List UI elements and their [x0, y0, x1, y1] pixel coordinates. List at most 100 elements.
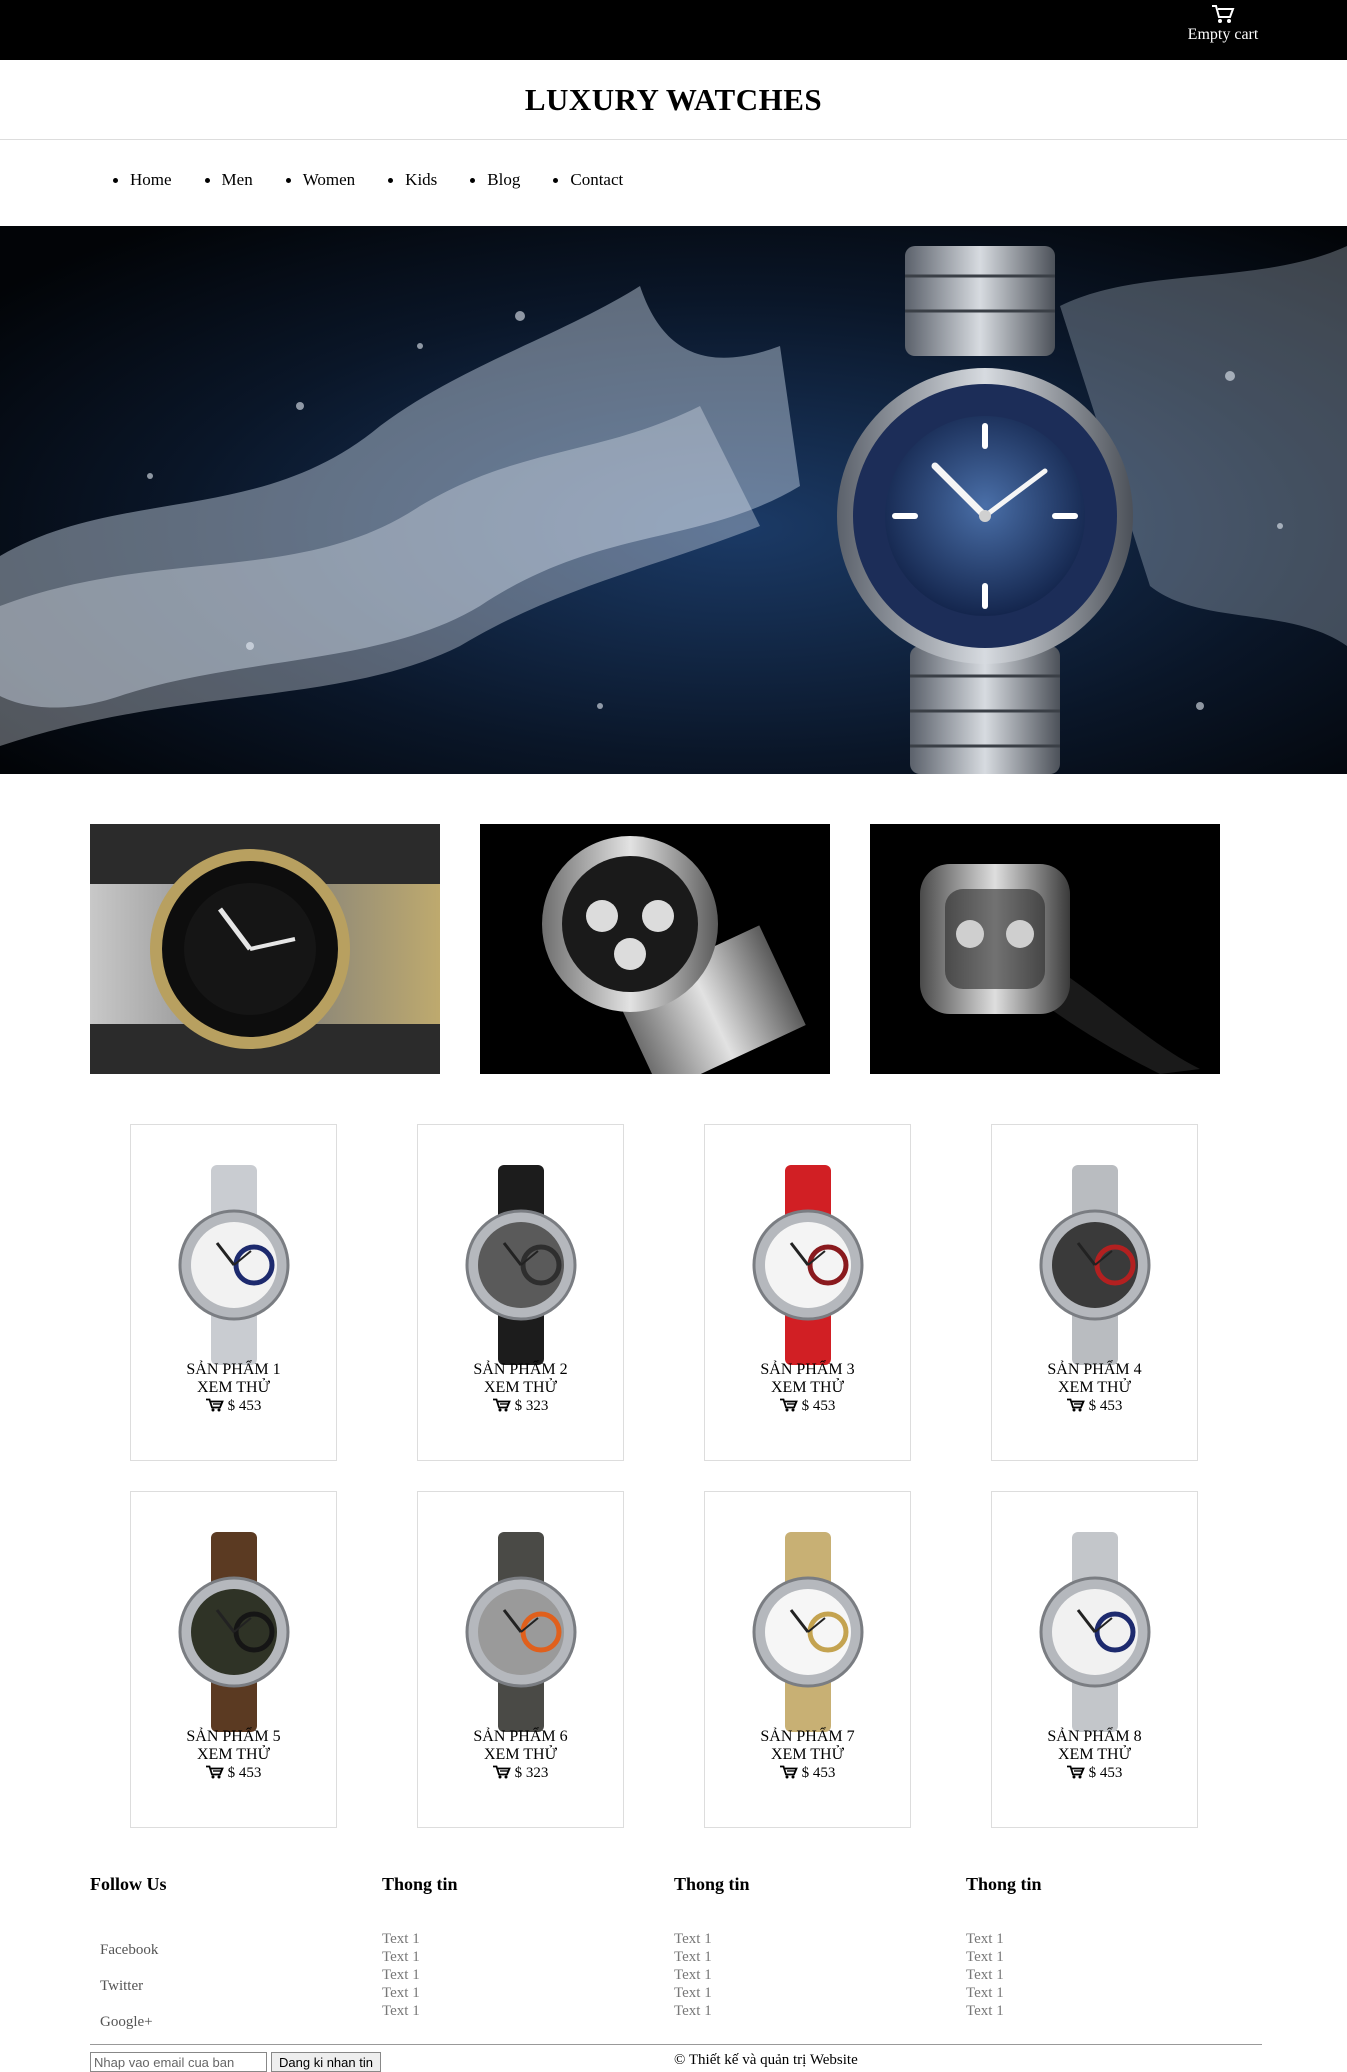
view-link[interactable]: XEM THỬ [131, 1746, 336, 1764]
cart-icon[interactable] [492, 1398, 511, 1412]
view-link[interactable]: XEM THỬ [418, 1746, 623, 1764]
footer-heading: Thong tin [674, 1874, 750, 1894]
bullet [388, 177, 394, 183]
cart-icon[interactable] [205, 1398, 224, 1412]
site-title[interactable]: LUXURY WATCHES [0, 60, 1347, 140]
footer-info-column: Thong tin Text 1 Text 1 Text 1 Text 1 Te… [966, 1874, 1226, 2020]
cart-icon[interactable] [779, 1398, 798, 1412]
promo-image-1[interactable] [90, 824, 440, 1074]
facebook-link[interactable]: Facebook [100, 1942, 158, 1959]
footer-links: Text 1 Text 1 Text 1 Text 1 Text 1 [966, 1930, 1226, 2020]
watch-image [752, 1532, 864, 1732]
footer-link[interactable]: Text 1 [382, 1966, 642, 1984]
footer-link[interactable]: Text 1 [674, 1984, 934, 2002]
twitter-link[interactable]: Twitter [100, 1978, 143, 1995]
product-card[interactable]: SẢN PHẨM 3 XEM THỬ $ 453 [704, 1124, 911, 1461]
watch-image [178, 1532, 290, 1732]
footer-link[interactable]: Text 1 [382, 1948, 642, 1966]
footer-link[interactable]: Text 1 [674, 1948, 934, 1966]
footer-link[interactable]: Text 1 [966, 1966, 1226, 1984]
product-card[interactable]: SẢN PHẨM 8 XEM THỬ $ 453 [991, 1491, 1198, 1828]
product-card[interactable]: SẢN PHẨM 2 XEM THỬ $ 323 [417, 1124, 624, 1461]
nav-item-men[interactable]: Men [202, 170, 253, 190]
view-link[interactable]: XEM THỬ [131, 1379, 336, 1397]
hero-banner [0, 226, 1347, 774]
cart-icon[interactable] [1066, 1398, 1085, 1412]
product-name: SẢN PHẨM 1 [186, 1361, 281, 1378]
footer-links: Text 1 Text 1 Text 1 Text 1 Text 1 [674, 1930, 934, 2020]
cart-button[interactable]: Empty cart [1183, 4, 1263, 44]
footer-link[interactable]: Text 1 [966, 1984, 1226, 2002]
site-header: LUXURY WATCHES [0, 60, 1347, 140]
google-plus-link[interactable]: Google+ [100, 2014, 153, 2031]
view-link[interactable]: XEM THỬ [418, 1379, 623, 1397]
product-price-row: $ 453 [131, 1764, 336, 1782]
bullet [204, 177, 210, 183]
footer-links: Text 1 Text 1 Text 1 Text 1 Text 1 [382, 1930, 642, 2020]
watch-image [752, 1165, 864, 1365]
footer-heading: Thong tin [966, 1874, 1042, 1894]
product-card[interactable]: SẢN PHẨM 7 XEM THỬ $ 453 [704, 1491, 911, 1828]
footer-follow-us: Follow Us Facebook Twitter Google+ [90, 1874, 350, 2044]
main-nav: Home Men Women Kids Blog Contact [110, 170, 653, 190]
footer-link[interactable]: Text 1 [382, 2002, 642, 2020]
product-price-row: $ 453 [992, 1397, 1197, 1415]
product-price: $ 453 [227, 1398, 262, 1414]
product-card[interactable]: SẢN PHẨM 4 XEM THỬ $ 453 [991, 1124, 1198, 1461]
product-price-row: $ 453 [705, 1764, 910, 1782]
cart-icon[interactable] [779, 1765, 798, 1779]
nav-item-kids[interactable]: Kids [385, 170, 437, 190]
email-input[interactable] [90, 2052, 267, 2072]
cart-icon[interactable] [492, 1765, 511, 1779]
footer-link[interactable]: Text 1 [674, 1930, 934, 1948]
watch-image [870, 824, 1220, 1074]
product-price: $ 453 [1088, 1398, 1123, 1414]
view-link[interactable]: XEM THỬ [705, 1379, 910, 1397]
nav-item-contact[interactable]: Contact [550, 170, 623, 190]
cart-icon[interactable] [1066, 1765, 1085, 1779]
subscribe-button[interactable]: Dang ki nhan tin [271, 2052, 381, 2072]
product-name: SẢN PHẨM 2 [473, 1361, 568, 1378]
product-name: SẢN PHẨM 8 [1047, 1728, 1142, 1745]
product-name: SẢN PHẨM 7 [760, 1728, 855, 1745]
product-price: $ 323 [514, 1765, 549, 1781]
view-link[interactable]: XEM THỬ [992, 1379, 1197, 1397]
footer-link[interactable]: Text 1 [674, 1966, 934, 1984]
nav-label: Contact [570, 170, 624, 189]
promo-image-2[interactable] [480, 824, 830, 1074]
nav-label: Women [302, 170, 356, 189]
product-card[interactable]: SẢN PHẨM 1 XEM THỬ $ 453 [130, 1124, 337, 1461]
footer-info-column: Thong tin Text 1 Text 1 Text 1 Text 1 Te… [382, 1874, 642, 2020]
footer-link[interactable]: Text 1 [674, 2002, 934, 2020]
footer-link[interactable]: Text 1 [966, 2002, 1226, 2020]
bullet [285, 177, 291, 183]
bullet [470, 177, 476, 183]
footer-link[interactable]: Text 1 [966, 1930, 1226, 1948]
product-name: SẢN PHẨM 3 [760, 1361, 855, 1378]
promo-image-3[interactable] [870, 824, 1220, 1074]
product-price: $ 453 [227, 1765, 262, 1781]
footer-link[interactable]: Text 1 [966, 1948, 1226, 1966]
cart-label: Empty cart [1187, 26, 1259, 43]
nav-label: Kids [405, 170, 438, 189]
product-price-row: $ 323 [418, 1764, 623, 1782]
footer-link[interactable]: Text 1 [382, 1984, 642, 2002]
cart-icon[interactable] [205, 1765, 224, 1779]
product-price-row: $ 323 [418, 1397, 623, 1415]
product-card[interactable]: SẢN PHẨM 5 XEM THỬ $ 453 [130, 1491, 337, 1828]
top-bar: Empty cart [0, 0, 1347, 60]
product-price: $ 323 [514, 1398, 549, 1414]
watch-image [1039, 1165, 1151, 1365]
watch-image [465, 1532, 577, 1732]
product-price-row: $ 453 [992, 1764, 1197, 1782]
nav-item-women[interactable]: Women [283, 170, 355, 190]
product-card[interactable]: SẢN PHẨM 6 XEM THỬ $ 323 [417, 1491, 624, 1828]
view-link[interactable]: XEM THỬ [992, 1746, 1197, 1764]
product-name: SẢN PHẨM 6 [473, 1728, 568, 1745]
footer-link[interactable]: Text 1 [382, 1930, 642, 1948]
nav-item-home[interactable]: Home [110, 170, 172, 190]
watch-image [465, 1165, 577, 1365]
nav-item-blog[interactable]: Blog [467, 170, 520, 190]
nav-label: Home [130, 170, 172, 189]
view-link[interactable]: XEM THỬ [705, 1746, 910, 1764]
